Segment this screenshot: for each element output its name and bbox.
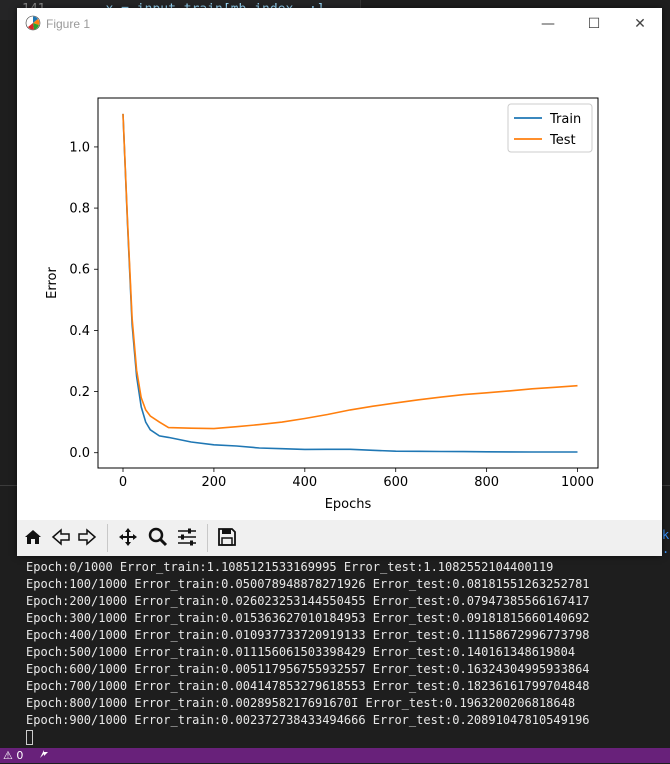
home-icon[interactable] bbox=[21, 526, 45, 550]
status-bar: ⚠ 0 bbox=[0, 748, 670, 763]
x-axis-label: Epochs bbox=[325, 497, 372, 512]
terminal-line: Epoch:900/1000 Error_train:0.00237273843… bbox=[26, 713, 590, 727]
terminal-output: Epoch:0/1000 Error_train:1.1085121533169… bbox=[26, 559, 590, 729]
terminal-line: Epoch:600/1000 Error_train:0.00511795675… bbox=[26, 662, 590, 676]
y-tick-label: 0.4 bbox=[69, 324, 90, 339]
legend-label: Train bbox=[549, 112, 581, 127]
y-tick-label: 0.6 bbox=[69, 263, 90, 278]
terminal-line: Epoch:300/1000 Error_train:0.01536362701… bbox=[26, 611, 590, 625]
x-tick-label: 800 bbox=[474, 475, 499, 490]
zoom-icon[interactable] bbox=[146, 526, 170, 550]
configure-subplots-icon[interactable] bbox=[175, 526, 199, 550]
terminal-line: Epoch:500/1000 Error_train:0.01115606150… bbox=[26, 645, 576, 659]
navigation-toolbar bbox=[17, 520, 662, 556]
chart-svg: 0 200 400 600 800 1000 0.0 0.2 0.4 0.6 0.8 1.0 Epoch… bbox=[45, 97, 599, 512]
legend-label: Test bbox=[549, 133, 576, 148]
x-tick-label: 200 bbox=[201, 475, 226, 490]
terminal-line: Epoch:400/1000 Error_train:0.01093773372… bbox=[26, 628, 590, 642]
y-tick-label: 0.2 bbox=[69, 385, 90, 400]
plot-canvas[interactable]: 0 200 400 600 800 1000 0.0 0.2 0.4 0.6 0.8 1.0 Epoch… bbox=[17, 40, 662, 520]
terminal-line: Epoch:800/1000 Error_train:0.00289582176… bbox=[26, 696, 576, 710]
x-tick-label: 0 bbox=[119, 475, 127, 490]
toolbar-separator bbox=[107, 524, 108, 552]
y-axis-label: Error bbox=[45, 267, 60, 299]
terminal-line: Epoch:100/1000 Error_train:0.05007894887… bbox=[26, 577, 590, 591]
window-title: Figure 1 bbox=[46, 17, 91, 31]
save-icon[interactable] bbox=[215, 526, 239, 550]
y-tick-label: 0.8 bbox=[69, 202, 90, 217]
x-tick-label: 400 bbox=[292, 475, 317, 490]
y-tick-label: 1.0 bbox=[69, 140, 90, 155]
y-tick-label: 0.0 bbox=[69, 446, 90, 461]
forward-icon[interactable] bbox=[75, 526, 99, 550]
terminal-line: Epoch:0/1000 Error_train:1.1085121533169… bbox=[26, 560, 554, 574]
toolbar-separator bbox=[207, 524, 208, 552]
x-tick-label: 600 bbox=[383, 475, 408, 490]
close-button[interactable]: ✕ bbox=[617, 12, 663, 36]
minimize-button[interactable]: — bbox=[525, 12, 571, 36]
pan-icon[interactable] bbox=[116, 526, 140, 550]
right-edge-text: k. bbox=[662, 528, 670, 554]
terminal-line: Epoch:200/1000 Error_train:0.02602325314… bbox=[26, 594, 590, 608]
matplotlib-icon bbox=[25, 15, 41, 31]
x-tick-label: 1000 bbox=[561, 475, 594, 490]
warnings-count[interactable]: ⚠ 0 bbox=[3, 748, 23, 763]
live-share-icon[interactable] bbox=[38, 748, 50, 764]
axes-frame bbox=[97, 97, 599, 469]
maximize-button[interactable]: ☐ bbox=[571, 12, 617, 36]
window-titlebar[interactable]: Figure 1 — ☐ ✕ bbox=[17, 8, 662, 40]
terminal-line: Epoch:700/1000 Error_train:0.00414785327… bbox=[26, 679, 590, 693]
terminal-cursor bbox=[26, 730, 33, 745]
back-icon[interactable] bbox=[49, 526, 73, 550]
figure-window: Figure 1 — ☐ ✕ 0 200 400 600 800 1000 0.0 0.2 0.… bbox=[17, 8, 662, 556]
